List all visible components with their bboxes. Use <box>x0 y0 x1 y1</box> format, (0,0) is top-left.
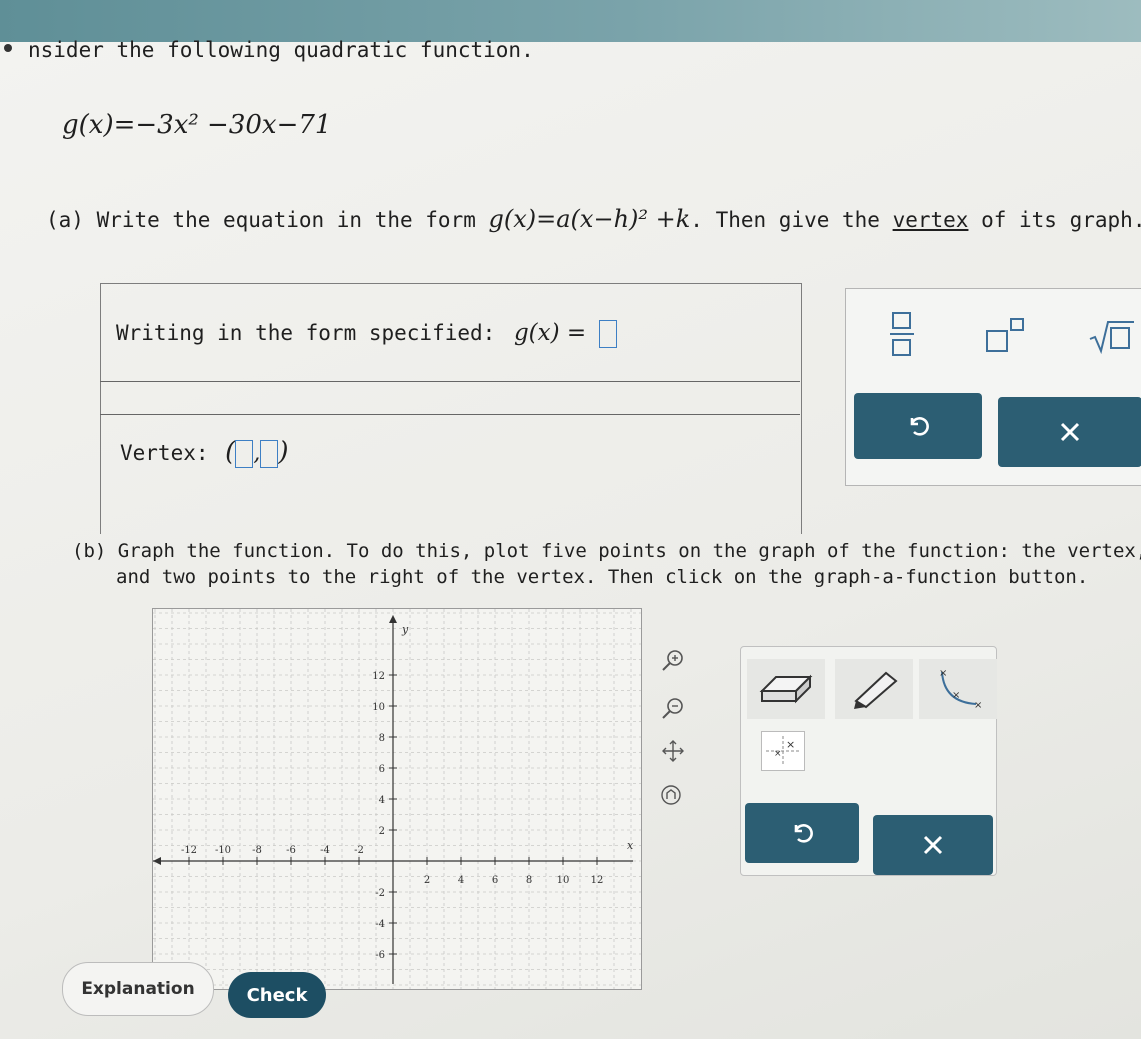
exponent-icon[interactable] <box>984 317 1028 361</box>
x-tick-label: 12 <box>591 875 604 886</box>
x-tick-label: -12 <box>181 845 197 856</box>
graph-undo-button[interactable] <box>745 803 859 863</box>
math-palette <box>845 288 1141 486</box>
equation-input[interactable] <box>598 320 617 348</box>
graph-panel[interactable]: -12 -10 -8 -6 -4 -2 2 4 6 8 10 12 12 10 8 6 4 2 -2 -4 -6 x y <box>152 608 642 990</box>
x-tick-label: 4 <box>458 875 464 886</box>
part-a-prompt: (a) Write the equation in the form g(x)=… <box>46 205 1141 233</box>
form-lhs: g(x) = <box>513 320 587 346</box>
pencil-tool[interactable] <box>835 659 913 719</box>
clear-icon <box>923 835 943 855</box>
y-axis-label: y <box>401 623 409 636</box>
x-tick-label: 8 <box>526 875 532 886</box>
svg-text:×: × <box>974 700 982 711</box>
sqrt-icon[interactable] <box>1088 319 1136 361</box>
eraser-tool[interactable] <box>747 659 825 719</box>
parabola-tool[interactable]: × × × <box>919 659 997 719</box>
coordinate-grid[interactable]: -12 -10 -8 -6 -4 -2 2 4 6 8 10 12 12 10 8 6 4 2 -2 -4 -6 x y <box>153 609 641 989</box>
x-tick-label: 10 <box>557 875 570 886</box>
undo-icon <box>794 824 813 843</box>
vertex-y-input[interactable] <box>260 440 279 468</box>
pencil-icon <box>854 671 898 709</box>
graph-tools-panel: × × × × × <box>740 646 997 876</box>
undo-button[interactable] <box>854 393 982 459</box>
comma: , <box>253 441 261 466</box>
vertex-link[interactable]: vertex <box>893 208 969 232</box>
function-equation: g(x)=−3x² −30x−71 <box>62 110 332 140</box>
open-paren: ( <box>225 437 236 467</box>
graph-clear-button[interactable] <box>873 815 993 875</box>
x-tick-label: 6 <box>492 875 498 886</box>
x-tick-label: -2 <box>354 845 364 856</box>
form-label: Writing in the form specified: g(x) = <box>116 320 617 348</box>
y-tick-label: 4 <box>379 795 385 806</box>
y-tick-label: 10 <box>372 702 385 713</box>
clear-button[interactable] <box>998 397 1141 467</box>
x-tick-label: -8 <box>252 845 262 856</box>
move-icon[interactable] <box>660 738 686 768</box>
parabola-icon: × × × <box>939 668 982 711</box>
svg-text:×: × <box>786 738 795 751</box>
home-icon[interactable] <box>660 784 682 810</box>
part-b-line2: and two points to the right of the verte… <box>116 566 1089 588</box>
eraser-icon <box>759 674 813 704</box>
x-tick-label: -4 <box>320 845 330 856</box>
vertex-label: Vertex: <box>120 441 209 465</box>
y-tick-label: -2 <box>375 888 385 899</box>
x-axis-arrow <box>153 857 161 865</box>
part-b-line1: (b) Graph the function. To do this, plot… <box>72 540 1141 562</box>
x-tick-label: -10 <box>215 845 231 856</box>
x-axis-label: x <box>627 839 634 852</box>
clear-icon <box>1060 422 1080 442</box>
x-tick-label: 2 <box>424 875 430 886</box>
row-divider <box>100 381 800 382</box>
y-tick-label: -4 <box>375 919 385 930</box>
vertex-x-input[interactable] <box>235 440 254 468</box>
explanation-button[interactable]: Explanation <box>62 962 214 1016</box>
svg-text:×: × <box>952 690 960 701</box>
vertex-label-row: Vertex: (,) <box>120 437 288 468</box>
y-tick-label: 2 <box>379 826 385 837</box>
close-paren: ) <box>278 437 289 467</box>
check-button[interactable]: Check <box>228 972 326 1018</box>
y-tick-label: 8 <box>379 733 385 744</box>
zoom-in-icon[interactable] <box>660 648 686 678</box>
svg-text:×: × <box>939 668 947 679</box>
row-divider <box>100 414 800 415</box>
y-tick-label: 12 <box>372 671 385 682</box>
undo-icon <box>910 417 929 436</box>
y-axis-arrow <box>389 615 397 623</box>
bullet-icon <box>4 44 12 52</box>
fraction-icon[interactable] <box>888 309 916 365</box>
intro-text: nsider the following quadratic function. <box>28 38 534 62</box>
y-tick-label: 6 <box>379 764 385 775</box>
zoom-out-icon[interactable] <box>660 696 686 726</box>
y-tick-label: -6 <box>375 950 385 961</box>
x-tick-label: -6 <box>286 845 296 856</box>
top-bar <box>0 0 1141 42</box>
graph-function-icon: × × <box>766 736 800 766</box>
graph-function-button[interactable]: × × <box>761 731 805 771</box>
svg-text:×: × <box>774 749 782 759</box>
